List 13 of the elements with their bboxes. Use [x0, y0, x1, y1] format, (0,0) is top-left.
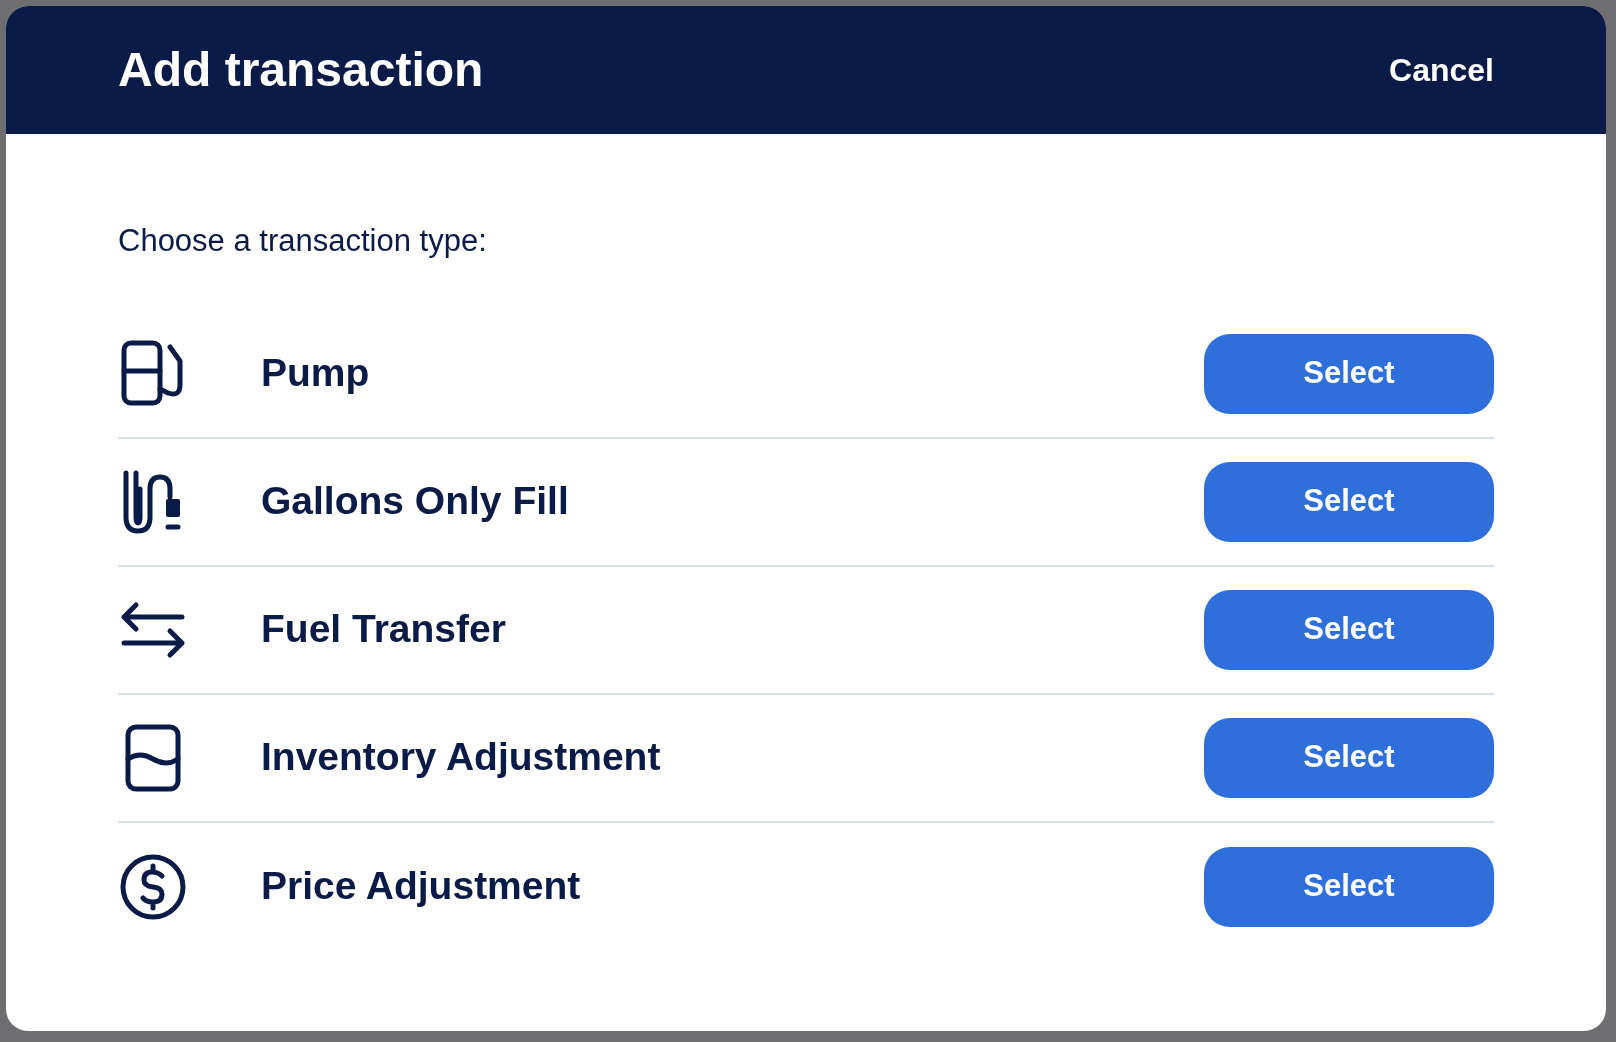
transaction-type-label: Price Adjustment: [261, 863, 582, 910]
cancel-button[interactable]: Cancel: [1389, 46, 1494, 94]
select-button[interactable]: Select: [1204, 333, 1494, 414]
transaction-type-label: Inventory Adjustment: [261, 734, 662, 781]
select-button[interactable]: Select: [1204, 589, 1494, 670]
select-button[interactable]: Select: [1204, 461, 1494, 542]
transaction-type-label: Fuel Transfer: [261, 606, 507, 653]
transaction-type-label: Gallons Only Fill: [261, 478, 570, 525]
transaction-type-label: Pump: [261, 350, 371, 397]
prompt-text: Choose a transaction type:: [118, 222, 488, 260]
select-button[interactable]: Select: [1204, 717, 1494, 798]
select-button[interactable]: Select: [1204, 846, 1494, 927]
dialog-title: Add transaction: [118, 42, 484, 98]
